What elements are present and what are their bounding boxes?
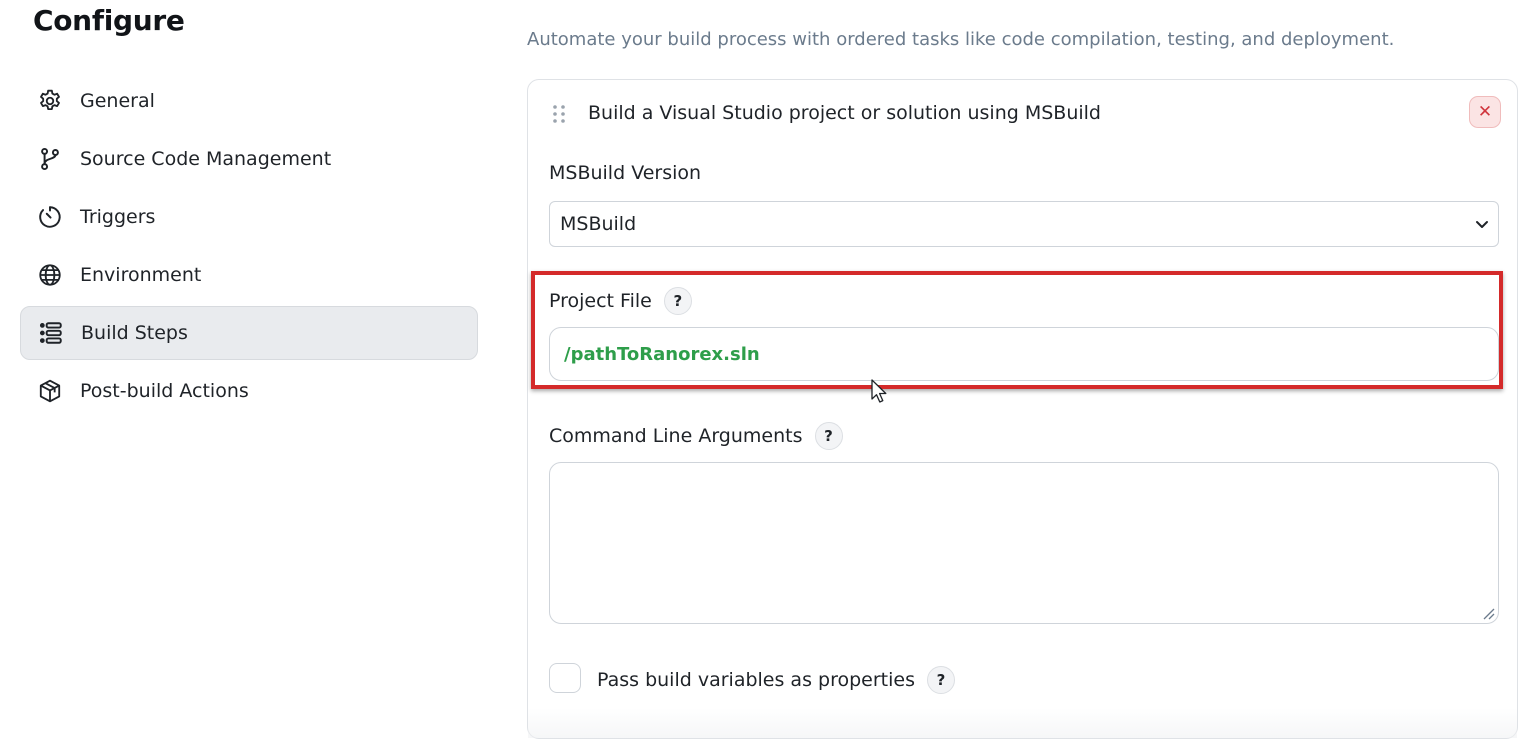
sidebar-item-label: Source Code Management xyxy=(80,148,332,170)
pass-build-variables-label: Pass build variables as properties ? xyxy=(597,666,955,694)
pass-build-variables-label-text: Pass build variables as properties xyxy=(597,669,915,691)
sidebar-item-label: Post-build Actions xyxy=(80,380,249,402)
command-line-arguments-textarea[interactable] xyxy=(549,462,1499,624)
gear-icon xyxy=(37,88,63,114)
list-icon xyxy=(38,320,64,346)
project-file-label: Project File ? xyxy=(549,287,692,315)
delete-step-button[interactable]: ✕ xyxy=(1469,96,1501,128)
globe-icon xyxy=(37,262,63,288)
pass-build-variables-checkbox[interactable] xyxy=(549,663,581,693)
clock-icon xyxy=(37,204,63,230)
drag-handle-icon[interactable] xyxy=(552,104,566,124)
sidebar-item-environment[interactable]: Environment xyxy=(20,248,478,302)
pass-build-variables-help-icon[interactable]: ? xyxy=(926,666,955,694)
build-step-title: Build a Visual Studio project or solutio… xyxy=(588,102,1101,124)
page-title: Configure xyxy=(33,4,185,37)
project-file-help-icon[interactable]: ? xyxy=(663,287,692,315)
section-description: Automate your build process with ordered… xyxy=(527,29,1395,50)
msbuild-version-label-text: MSBuild Version xyxy=(549,162,702,184)
sidebar-item-label: Environment xyxy=(80,264,202,286)
resize-grip-icon[interactable] xyxy=(1481,606,1495,620)
project-file-label-text: Project File xyxy=(549,290,652,312)
mouse-cursor-icon xyxy=(871,379,887,403)
msbuild-version-label: MSBuild Version xyxy=(549,162,701,184)
sidebar-item-source-code-management[interactable]: Source Code Management xyxy=(20,132,478,186)
package-icon xyxy=(37,378,63,404)
command-line-arguments-label: Command Line Arguments ? xyxy=(549,422,843,450)
project-file-input[interactable]: /pathToRanorex.sln xyxy=(549,327,1499,381)
sidebar-item-build-steps[interactable]: Build Steps xyxy=(20,306,478,360)
branch-icon xyxy=(37,146,63,172)
chevron-down-icon xyxy=(1476,221,1488,228)
sidebar-item-label: Build Steps xyxy=(81,322,188,344)
msbuild-version-value: MSBuild xyxy=(560,213,637,235)
command-line-arguments-help-icon[interactable]: ? xyxy=(814,422,843,450)
sidebar-item-post-build-actions[interactable]: Post-build Actions xyxy=(20,364,478,418)
scroll-fade xyxy=(528,708,1517,738)
command-line-arguments-label-text: Command Line Arguments xyxy=(549,425,803,447)
msbuild-version-select[interactable]: MSBuild xyxy=(549,201,1499,247)
sidebar-item-label: General xyxy=(80,90,155,112)
project-file-value: /pathToRanorex.sln xyxy=(564,343,760,365)
build-step-card: Build a Visual Studio project or solutio… xyxy=(527,79,1518,739)
sidebar: General Source Code Management Triggers … xyxy=(20,74,478,422)
sidebar-item-general[interactable]: General xyxy=(20,74,478,128)
sidebar-item-triggers[interactable]: Triggers xyxy=(20,190,478,244)
sidebar-item-label: Triggers xyxy=(80,206,156,228)
